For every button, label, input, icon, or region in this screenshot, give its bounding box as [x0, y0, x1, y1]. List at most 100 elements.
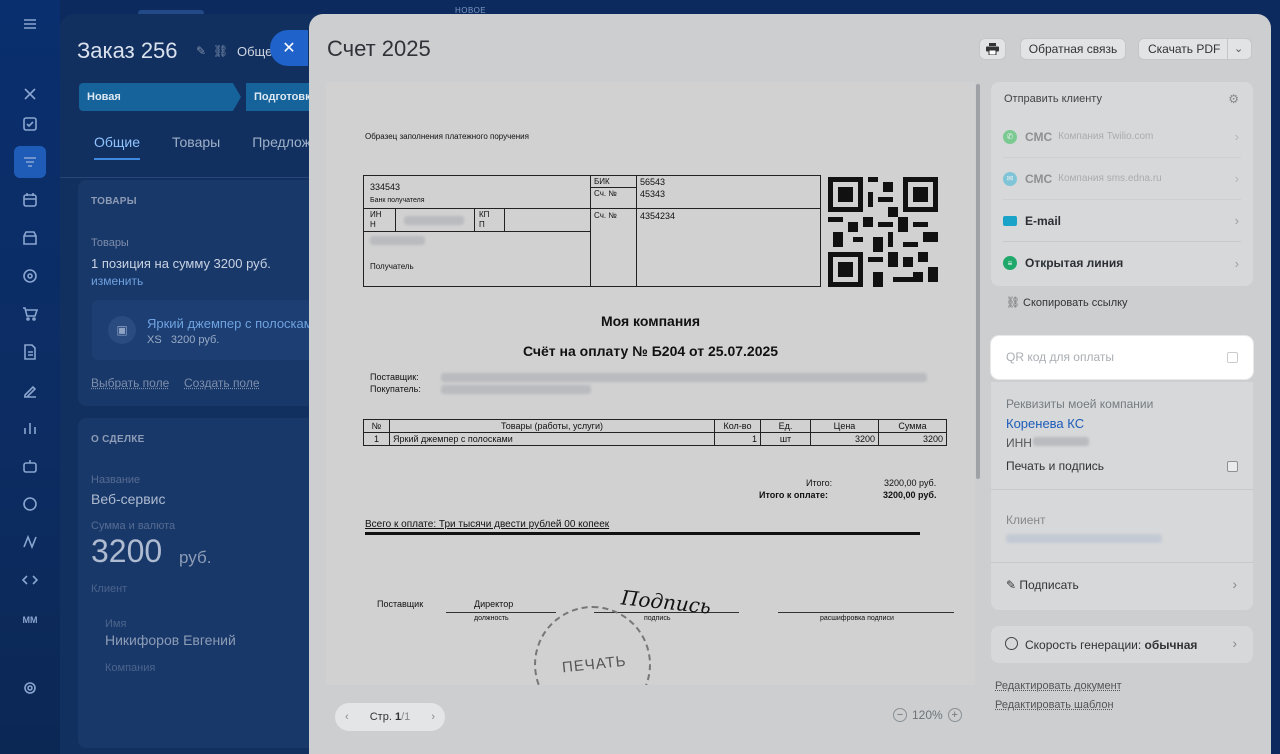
client-value-blurred[interactable]: [1006, 534, 1162, 543]
gear-icon[interactable]: ⚙: [1228, 92, 1239, 106]
bank-details-table: 334543 Банк получателя ИН Н КП П Получат…: [363, 175, 821, 287]
deal-sum-value: 3200: [91, 533, 163, 569]
deal-card: Заказ 256 ✎ ⛓ Общее Новая Подготовк Общи…: [60, 14, 320, 754]
col-num: №: [363, 419, 390, 433]
chat-icon: ✉: [1003, 171, 1017, 186]
tasks-icon[interactable]: [18, 112, 42, 136]
product-item[interactable]: ▣ Яркий джемпер с полоскам XS 3200 руб.: [92, 300, 320, 360]
contact-value[interactable]: Никифоров Евгений: [105, 632, 236, 648]
zoom-out-icon[interactable]: −: [893, 708, 907, 722]
tab-goods[interactable]: Товары: [172, 134, 220, 160]
goods-label: Товары: [91, 237, 129, 249]
edit-icon[interactable]: ✎: [196, 44, 206, 58]
bank-label: Банк получателя: [370, 197, 425, 204]
supplier-blurred: [441, 373, 927, 382]
stamp-sign-checkbox[interactable]: [1227, 461, 1238, 472]
crm-funnel-icon[interactable]: [14, 146, 46, 178]
zoom-control: − 120% +: [893, 708, 962, 722]
close-icon[interactable]: [18, 82, 42, 106]
client-label: Клиент: [1006, 513, 1046, 527]
settings-icon[interactable]: [18, 676, 42, 700]
payment-qr-code: [828, 177, 938, 287]
dev-icon[interactable]: [18, 568, 42, 592]
print-button[interactable]: [979, 38, 1006, 60]
robot-icon[interactable]: [18, 454, 42, 478]
send-sms-twilio[interactable]: ✆ СМС Компания Twilio.com ›: [1003, 116, 1241, 158]
bik-value: 56543: [640, 177, 666, 187]
company-label: Компания: [105, 662, 156, 674]
feedback-button[interactable]: Обратная связь: [1020, 38, 1126, 60]
product-meta: XS 3200 руб.: [147, 334, 220, 346]
acc-value: 4354234: [640, 211, 676, 221]
prev-page-icon[interactable]: ‹: [345, 711, 349, 723]
marketplace-icon[interactable]: [18, 492, 42, 516]
tab-offers[interactable]: Предлож: [252, 134, 311, 160]
chevron-right-icon: ›: [1234, 255, 1239, 271]
send-openline[interactable]: ≡ Открытая линия ›: [1003, 242, 1241, 284]
speed-selector[interactable]: Скорость генерации: обычная ›: [991, 626, 1253, 663]
left-navigation: ММ: [0, 0, 60, 754]
create-field-link[interactable]: Создать поле: [184, 376, 260, 390]
chevron-right-icon: ›: [1234, 129, 1239, 144]
store-icon[interactable]: [18, 226, 42, 250]
sign-button[interactable]: ✎ Подписать: [1006, 578, 1079, 592]
goods-table: № Товары (работы, услуги) Кол-во Ед. Цен…: [363, 419, 947, 446]
openline-icon: ≡: [1003, 256, 1017, 270]
next-page-icon[interactable]: ›: [431, 711, 435, 723]
menu-icon[interactable]: [18, 12, 42, 36]
edit-template-link[interactable]: Редактировать шаблон: [995, 699, 1114, 711]
sign-position: Директор: [474, 599, 514, 609]
corr-value: 45343: [640, 189, 666, 199]
qr-label: QR код для оплаты: [1006, 350, 1115, 364]
send-sms-edna[interactable]: ✉ СМС Компания sms.edna.ru ›: [1003, 158, 1241, 200]
close-slider-button[interactable]: ✕: [270, 30, 308, 66]
product-name[interactable]: Яркий джемпер с полоскам: [147, 316, 313, 331]
deal-sum-label: Сумма и валюта: [91, 520, 176, 532]
total-value: 3200,00 руб.: [884, 478, 937, 488]
sign-icon[interactable]: [18, 378, 42, 402]
copy-link-button[interactable]: ⛓ Скопировать ссылку: [1006, 296, 1128, 309]
corr-label: Сч. №: [594, 189, 617, 198]
goods-change-link[interactable]: изменить: [91, 274, 143, 288]
signature-image: Подпись: [619, 585, 713, 619]
deal-currency: руб.: [179, 548, 212, 567]
cart-icon[interactable]: [18, 302, 42, 326]
buyer-label: Покупатель:: [370, 384, 421, 394]
automation-icon[interactable]: [18, 530, 42, 554]
download-pdf-label: Скачать PDF: [1148, 42, 1221, 56]
link-icon[interactable]: ⛓: [213, 44, 228, 58]
doc-header-note: Образец заполнения платежного поручения: [365, 132, 529, 141]
pen-icon: ✎: [1006, 578, 1020, 592]
qr-checkbox[interactable]: [1227, 352, 1238, 363]
analytics-icon[interactable]: [18, 416, 42, 440]
send-email[interactable]: E-mail ›: [1003, 200, 1241, 242]
download-pdf-button[interactable]: Скачать PDF ⌄: [1138, 38, 1252, 60]
calendar-icon[interactable]: [18, 188, 42, 212]
choose-field-link[interactable]: Выбрать поле: [91, 376, 169, 390]
zoom-in-icon[interactable]: +: [947, 708, 962, 722]
stamp-sign-label: Печать и подпись: [1006, 459, 1105, 473]
bik-label: БИК: [594, 177, 610, 186]
target-icon[interactable]: [18, 264, 42, 288]
chevron-down-icon[interactable]: ⌄: [1234, 42, 1243, 55]
document-scrollbar[interactable]: [976, 84, 980, 479]
company-name-link[interactable]: Коренева КС: [1006, 416, 1084, 431]
receiver-blurred: [370, 236, 425, 245]
bank-account: 334543: [370, 182, 401, 192]
total-label: Итого:: [806, 478, 833, 488]
edit-document-link[interactable]: Редактировать документ: [995, 680, 1122, 692]
acc-label: Сч. №: [594, 211, 617, 220]
avatar-icon[interactable]: ММ: [18, 608, 42, 632]
docs-icon[interactable]: [18, 340, 42, 364]
to-pay-label: Итого к оплате:: [759, 490, 828, 500]
stamp-text: ПЕЧАТЬ: [561, 652, 628, 677]
inn-value-blurred: [1033, 437, 1089, 446]
stage-new[interactable]: Новая: [79, 83, 241, 111]
tab-general[interactable]: Общие: [94, 134, 141, 160]
goods-summary: 1 позиция на сумму 3200 руб.: [91, 256, 271, 271]
send-panel: Отправить клиенту ⚙ ✆ СМС Компания Twili…: [991, 82, 1253, 286]
deal-name-value: Веб-сервис: [91, 491, 166, 507]
whatsapp-icon: ✆: [1003, 129, 1017, 144]
qr-option[interactable]: QR код для оплаты: [991, 336, 1253, 379]
document-preview[interactable]: Образец заполнения платежного поручения …: [326, 82, 975, 685]
